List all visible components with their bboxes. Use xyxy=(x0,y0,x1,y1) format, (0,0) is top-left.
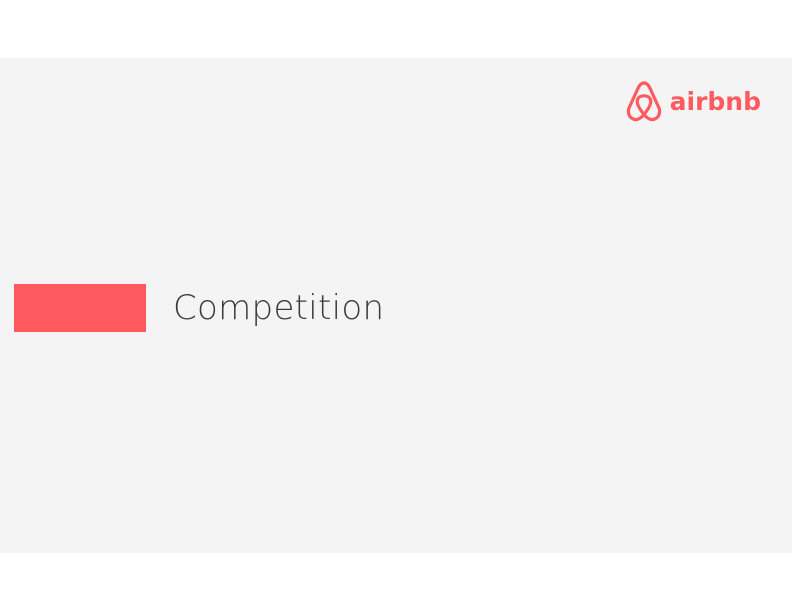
airbnb-wordmark: airbnb xyxy=(669,86,761,116)
section-accent-bar xyxy=(14,284,146,332)
airbnb-belo-icon xyxy=(626,81,661,122)
brand-logo: airbnb xyxy=(624,80,761,124)
page: airbnb Competition xyxy=(0,0,792,612)
section-title: Competition xyxy=(173,288,385,328)
slide: airbnb Competition xyxy=(0,58,792,553)
